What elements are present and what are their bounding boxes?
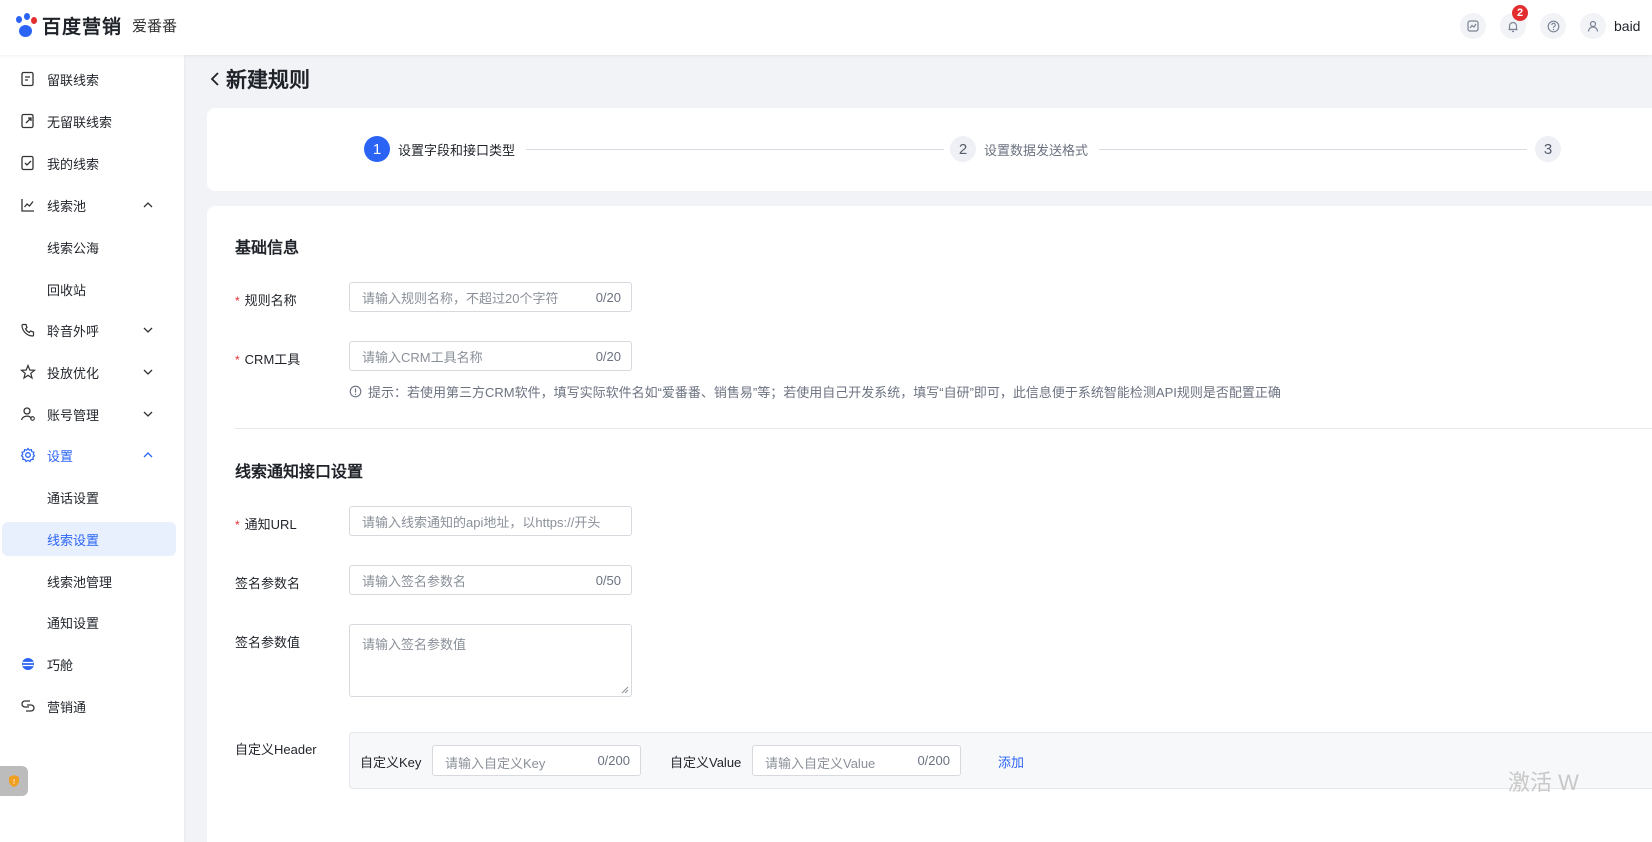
step-3[interactable]: 3 <box>1535 136 1561 162</box>
char-counter: 0/200 <box>597 753 630 768</box>
sidebar-item-ad-optimize[interactable]: 投放优化 <box>2 355 176 389</box>
top-bar: 百度营销 爱番番 2 baid <box>0 0 1652 55</box>
custom-header-box: 自定义Key 请输入自定义Key 0/200 自定义Value 请输入自定义Va… <box>349 732 1652 789</box>
svg-text:!: ! <box>13 778 16 786</box>
sidebar-item-lead-settings[interactable]: 线索设置 <box>2 522 176 556</box>
baidu-paw-icon <box>14 12 38 39</box>
custom-key-label: 自定义Key <box>360 755 422 770</box>
char-counter: 0/20 <box>595 289 621 305</box>
chevron-up-icon <box>143 452 153 458</box>
chart-icon[interactable] <box>1460 13 1486 39</box>
sidebar-item-settings[interactable]: 设置 <box>2 438 176 472</box>
char-counter: 0/200 <box>917 753 950 768</box>
sidebar-item-my-leads[interactable]: 我的线索 <box>2 146 176 180</box>
chart-line-icon <box>21 199 34 212</box>
chevron-down-icon <box>143 411 153 417</box>
sign-param-value-label: 签名参数值 <box>235 635 301 650</box>
crm-tool-label: * CRM工具 <box>235 352 301 367</box>
sidebar-item-call-settings[interactable]: 通话设置 <box>2 480 176 514</box>
shield-badge[interactable]: ! <box>0 766 28 796</box>
optimize-icon <box>20 364 36 380</box>
sidebar-item-marketing[interactable]: 营销通 <box>2 689 176 723</box>
user-avatar-icon[interactable] <box>1580 13 1606 39</box>
planet-icon <box>22 658 34 670</box>
info-icon <box>349 385 362 398</box>
my-lead-icon <box>21 155 34 171</box>
custom-value-label: 自定义Value <box>670 755 742 770</box>
step-2-label: 设置数据发送格式 <box>984 142 1089 158</box>
sidebar-item-recycle-bin[interactable]: 回收站 <box>2 272 176 306</box>
logo[interactable]: 百度营销 爱番番 <box>14 12 177 39</box>
steps-card: 1 设置字段和接口类型 2 设置数据发送格式 3 <box>207 108 1652 191</box>
required-mark: * <box>235 294 240 308</box>
step-1[interactable]: 1 设置字段和接口类型 <box>364 136 515 162</box>
sidebar-item-lead-pool-manage[interactable]: 线索池管理 <box>2 564 176 598</box>
notify-interface-title: 线索通知接口设置 <box>235 464 364 481</box>
crm-tip: 提示：若使用第三方CRM软件，填写实际软件名如“爱番番、销售易”等；若使用自己开… <box>349 382 1281 401</box>
notify-url-label: * 通知URL <box>235 517 297 532</box>
page-title-row: 新建规则 <box>208 64 310 94</box>
step-connector <box>526 149 944 150</box>
add-header-button[interactable]: 添加 <box>998 752 1024 771</box>
activation-watermark: 激活 W <box>1508 770 1579 795</box>
required-mark: * <box>235 518 240 532</box>
sign-param-name-label: 签名参数名 <box>235 576 301 591</box>
basic-info-title: 基础信息 <box>235 240 300 257</box>
custom-header-label: 自定义Header <box>235 742 317 757</box>
custom-key-input[interactable]: 请输入自定义Key 0/200 <box>432 745 641 776</box>
notify-url-input[interactable]: 请输入线索通知的api地址，以https://开头 <box>349 506 632 536</box>
sign-param-value-textarea[interactable]: 请输入签名参数值 <box>349 624 632 697</box>
back-arrow-icon[interactable] <box>208 71 222 87</box>
phone-icon <box>21 323 35 337</box>
sidebar-item-leads[interactable]: 留联线索 <box>2 62 176 96</box>
resize-grip-icon[interactable] <box>621 686 629 694</box>
gear-icon <box>20 447 36 463</box>
step-3-number: 3 <box>1535 136 1561 162</box>
sidebar: 留联线索 无留联线索 我的线索 线索池 线索公海 回收站 聆音外呼 投放优化 账… <box>0 55 184 842</box>
form-card: 基础信息 * 规则名称 请输入规则名称，不超过20个字符 0/20 * CRM工具 … <box>207 206 1652 842</box>
section-divider <box>235 428 1652 429</box>
notification-badge: 2 <box>1512 5 1528 21</box>
step-connector <box>1099 149 1527 150</box>
chevron-down-icon <box>143 369 153 375</box>
lead-export-icon <box>21 113 34 129</box>
custom-value-input[interactable]: 请输入自定义Value 0/200 <box>752 745 961 776</box>
link-icon <box>21 700 35 712</box>
sidebar-item-lead-sea[interactable]: 线索公海 <box>2 230 176 264</box>
lead-icon <box>21 71 34 87</box>
page-title: 新建规则 <box>226 69 310 92</box>
sidebar-item-account-manage[interactable]: 账号管理 <box>2 397 176 431</box>
sub-brand-name: 爱番番 <box>132 18 178 35</box>
rule-name-label: * 规则名称 <box>235 293 297 308</box>
sidebar-item-outbound-call[interactable]: 聆音外呼 <box>2 313 176 347</box>
username[interactable]: baid <box>1614 18 1640 34</box>
chevron-up-icon <box>143 202 153 208</box>
brand-name: 百度营销 <box>42 17 123 38</box>
step-2-number: 2 <box>950 136 976 162</box>
char-counter: 0/50 <box>595 572 621 588</box>
sidebar-item-no-contact-leads[interactable]: 无留联线索 <box>2 104 176 138</box>
char-counter: 0/20 <box>595 348 621 364</box>
sidebar-item-qiaocang[interactable]: 巧舱 <box>2 647 176 681</box>
shield-icon: ! <box>9 775 19 787</box>
account-icon <box>20 407 35 421</box>
sidebar-item-notify-settings[interactable]: 通知设置 <box>2 605 176 639</box>
chevron-down-icon <box>143 327 153 333</box>
sign-param-name-input[interactable]: 请输入签名参数名 0/50 <box>349 565 632 595</box>
sidebar-item-lead-pool[interactable]: 线索池 <box>2 188 176 222</box>
step-1-number: 1 <box>364 136 390 162</box>
help-icon[interactable] <box>1540 13 1566 39</box>
rule-name-input[interactable]: 请输入规则名称，不超过20个字符 0/20 <box>349 282 632 312</box>
bell-icon[interactable]: 2 <box>1500 5 1528 39</box>
required-mark: * <box>235 353 240 367</box>
step-2[interactable]: 2 设置数据发送格式 <box>950 136 1088 162</box>
step-1-label: 设置字段和接口类型 <box>398 142 516 158</box>
crm-tool-input[interactable]: 请输入CRM工具名称 0/20 <box>349 341 632 371</box>
